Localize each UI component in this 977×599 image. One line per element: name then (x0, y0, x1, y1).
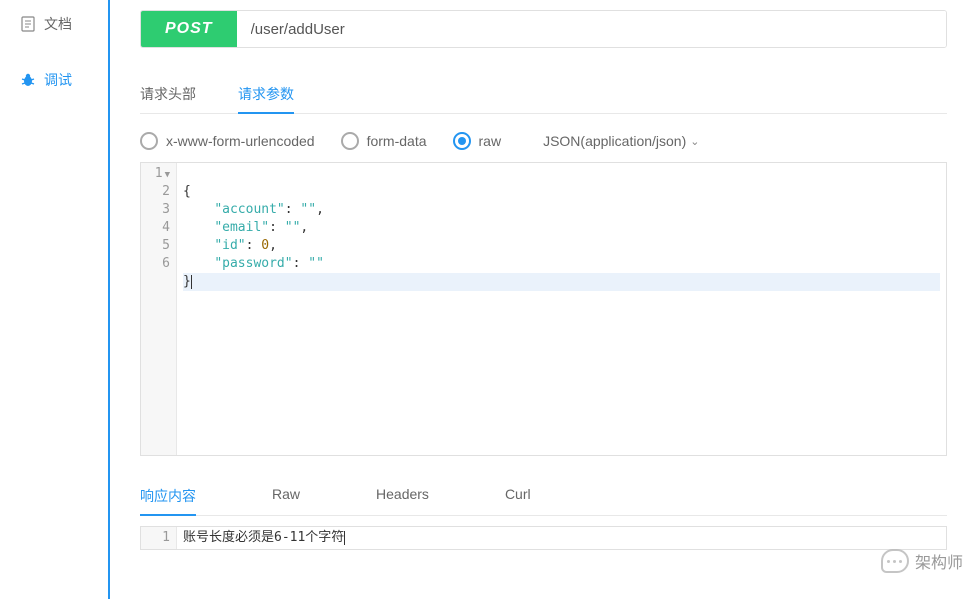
radio-label: form-data (367, 133, 427, 149)
sidebar-item-debug[interactable]: 调试 (0, 62, 108, 98)
radio-urlencoded[interactable]: x-www-form-urlencoded (140, 132, 315, 150)
url-input[interactable] (237, 11, 946, 47)
sidebar: 文档 调试 (0, 0, 110, 599)
sidebar-item-label: 调试 (44, 70, 72, 90)
document-icon (20, 16, 36, 32)
request-tabs: 请求头部 请求参数 (140, 76, 947, 114)
radio-icon (140, 132, 158, 150)
url-bar: POST (140, 10, 947, 48)
chevron-down-icon: ⌄ (690, 135, 699, 148)
content-type-label: JSON(application/json) (543, 133, 686, 149)
request-body-editor[interactable]: 1▼ 2 3 4 5 6 { "account": "", "email": "… (140, 162, 947, 456)
body-type-row: x-www-form-urlencoded form-data raw JSON… (140, 132, 947, 150)
radio-icon (453, 132, 471, 150)
tab-response-headers[interactable]: Headers (376, 478, 429, 515)
sidebar-item-document[interactable]: 文档 (0, 6, 108, 42)
sidebar-item-label: 文档 (44, 14, 72, 34)
content-type-selector[interactable]: JSON(application/json) ⌄ (543, 133, 699, 149)
bug-icon (20, 72, 36, 88)
response-body-editor[interactable]: 1 账号长度必须是6-11个字符 (140, 526, 947, 550)
tab-request-headers[interactable]: 请求头部 (140, 76, 196, 113)
main-panel: POST 请求头部 请求参数 x-www-form-urlencoded for… (110, 0, 977, 599)
response-gutter: 1 (141, 527, 177, 549)
tab-response-content[interactable]: 响应内容 (140, 478, 196, 516)
method-selector[interactable]: POST (141, 11, 237, 47)
radio-formdata[interactable]: form-data (341, 132, 427, 150)
editor-gutter: 1▼ 2 3 4 5 6 (141, 163, 177, 455)
radio-icon (341, 132, 359, 150)
editor-code[interactable]: { "account": "", "email": "", "id": 0, "… (177, 163, 946, 455)
radio-label: x-www-form-urlencoded (166, 133, 315, 149)
radio-label: raw (479, 133, 502, 149)
tab-request-params[interactable]: 请求参数 (238, 76, 294, 114)
response-tabs: 响应内容 Raw Headers Curl (140, 478, 947, 516)
tab-response-curl[interactable]: Curl (505, 478, 531, 515)
tab-response-raw[interactable]: Raw (272, 478, 300, 515)
radio-raw[interactable]: raw (453, 132, 502, 150)
response-code: 账号长度必须是6-11个字符 (177, 527, 946, 549)
